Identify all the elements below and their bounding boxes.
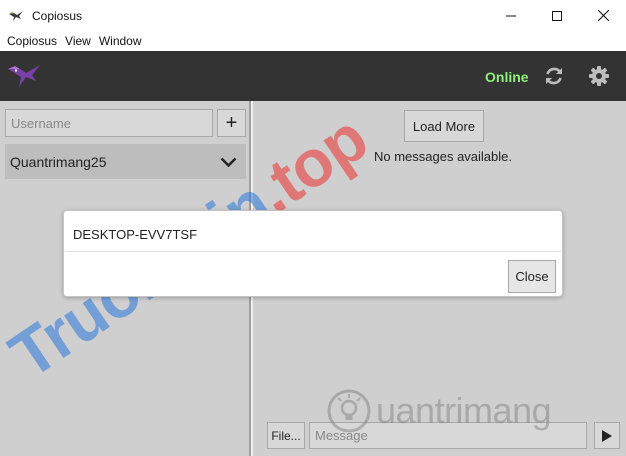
window-title: Copiosus: [32, 8, 83, 23]
bird-logo-icon: [6, 63, 44, 92]
title-bar: Copiosus: [0, 0, 626, 31]
play-send-icon: [602, 429, 612, 442]
maximize-button[interactable]: [534, 0, 580, 31]
add-friend-button[interactable]: +: [217, 109, 246, 137]
load-more-button[interactable]: Load More: [404, 110, 484, 142]
maximize-icon: [552, 10, 562, 21]
refresh-icon[interactable]: [543, 65, 565, 87]
close-window-button[interactable]: [580, 0, 626, 31]
minimize-button[interactable]: [488, 0, 534, 31]
minimize-icon: [506, 15, 516, 16]
friend-name: Quantrimang25: [10, 153, 107, 170]
menu-view[interactable]: View: [61, 34, 95, 48]
lightbulb-logo-icon: [327, 389, 371, 433]
watermark-quantrimang: uantrimang: [326, 388, 552, 434]
username-input[interactable]: [5, 109, 213, 137]
send-button[interactable]: [594, 422, 620, 449]
friend-list-item[interactable]: Quantrimang25: [5, 144, 246, 179]
connection-status: Online: [485, 69, 529, 85]
menu-bar: Copiosus View Window: [0, 31, 626, 51]
attach-file-button[interactable]: File...: [267, 422, 305, 449]
device-name-dialog: DESKTOP-EVV7TSF Close: [63, 210, 563, 297]
menu-window[interactable]: Window: [95, 34, 146, 48]
menu-copiosus[interactable]: Copiosus: [3, 34, 61, 48]
gear-icon[interactable]: [588, 65, 610, 87]
app-header: Online: [0, 51, 626, 101]
dialog-divider: [65, 251, 561, 252]
app-bird-icon: [8, 10, 24, 22]
watermark-right-text: uantrimang: [376, 390, 552, 431]
dialog-title: DESKTOP-EVV7TSF: [73, 227, 198, 242]
close-dialog-button[interactable]: Close: [508, 260, 556, 293]
close-icon: [597, 10, 609, 21]
